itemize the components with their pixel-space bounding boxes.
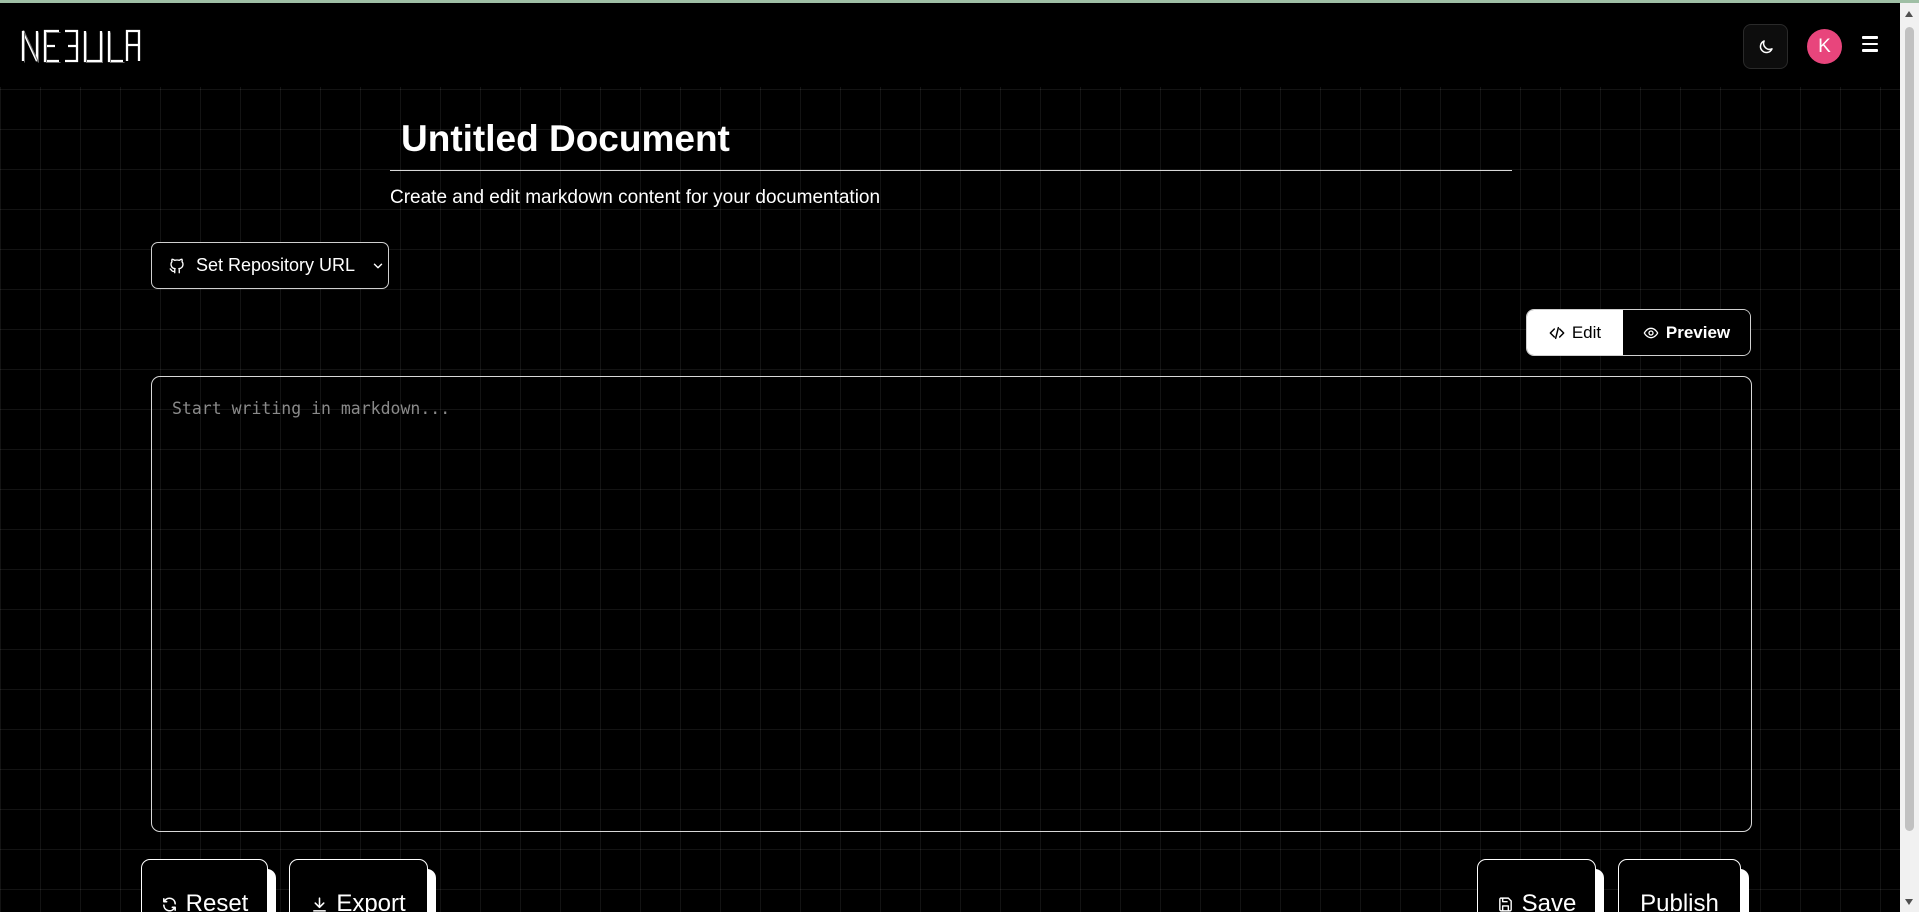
- scrollbar-thumb[interactable]: [1905, 27, 1914, 831]
- export-button-label: Export: [336, 890, 406, 912]
- refresh-icon: [162, 897, 176, 912]
- save-button-label: Save: [1521, 890, 1577, 912]
- app-viewport: K Untitled Document Create and edit mark…: [0, 3, 1900, 912]
- theme-toggle-button[interactable]: [1743, 24, 1788, 69]
- nebula-logo[interactable]: [21, 27, 141, 70]
- preview-tab-label: Preview: [1665, 322, 1731, 342]
- top-navbar: K: [0, 3, 1900, 87]
- code-icon: [1549, 326, 1565, 339]
- moon-icon: [1759, 39, 1773, 53]
- nebula-logo-mark: [21, 29, 141, 63]
- hamburger-menu-icon: [1860, 36, 1882, 52]
- scroll-down-arrow-icon[interactable]: [1905, 899, 1913, 905]
- github-icon: [169, 258, 184, 273]
- set-repository-url-button[interactable]: Set Repository URL: [151, 242, 389, 289]
- preview-tab[interactable]: Preview: [1623, 310, 1750, 355]
- edit-tab-label: Edit: [1571, 322, 1602, 342]
- save-button-wrap: Save: [1477, 859, 1607, 912]
- export-button[interactable]: Export: [289, 859, 428, 912]
- reset-button[interactable]: Reset: [141, 859, 268, 912]
- save-icon: [1498, 897, 1512, 912]
- publish-button-label: Publish: [1640, 890, 1719, 912]
- download-icon: [313, 897, 327, 912]
- document-subtitle: Create and edit markdown content for you…: [390, 187, 881, 208]
- markdown-editor[interactable]: [151, 376, 1752, 832]
- editor-mode-toggle: Edit Preview: [1526, 309, 1751, 356]
- export-button-wrap: Export: [289, 859, 439, 912]
- eye-icon: [1643, 327, 1659, 338]
- hamburger-menu-button[interactable]: [1860, 36, 1882, 58]
- set-repository-url-label: Set Repository URL: [196, 255, 356, 275]
- publish-button-wrap: Publish: [1618, 859, 1758, 912]
- publish-button[interactable]: Publish: [1618, 859, 1741, 912]
- edit-tab[interactable]: Edit: [1527, 310, 1623, 355]
- user-avatar[interactable]: K: [1807, 29, 1842, 64]
- document-title-text: Untitled Document: [401, 118, 730, 159]
- chevron-down-icon: [373, 263, 383, 268]
- document-title[interactable]: Untitled Document: [390, 118, 1512, 171]
- reset-button-label: Reset: [185, 890, 249, 912]
- page-scrollbar[interactable]: [1900, 3, 1919, 912]
- scroll-up-arrow-icon[interactable]: [1905, 11, 1913, 17]
- reset-button-wrap: Reset: [141, 859, 276, 912]
- save-button[interactable]: Save: [1477, 859, 1596, 912]
